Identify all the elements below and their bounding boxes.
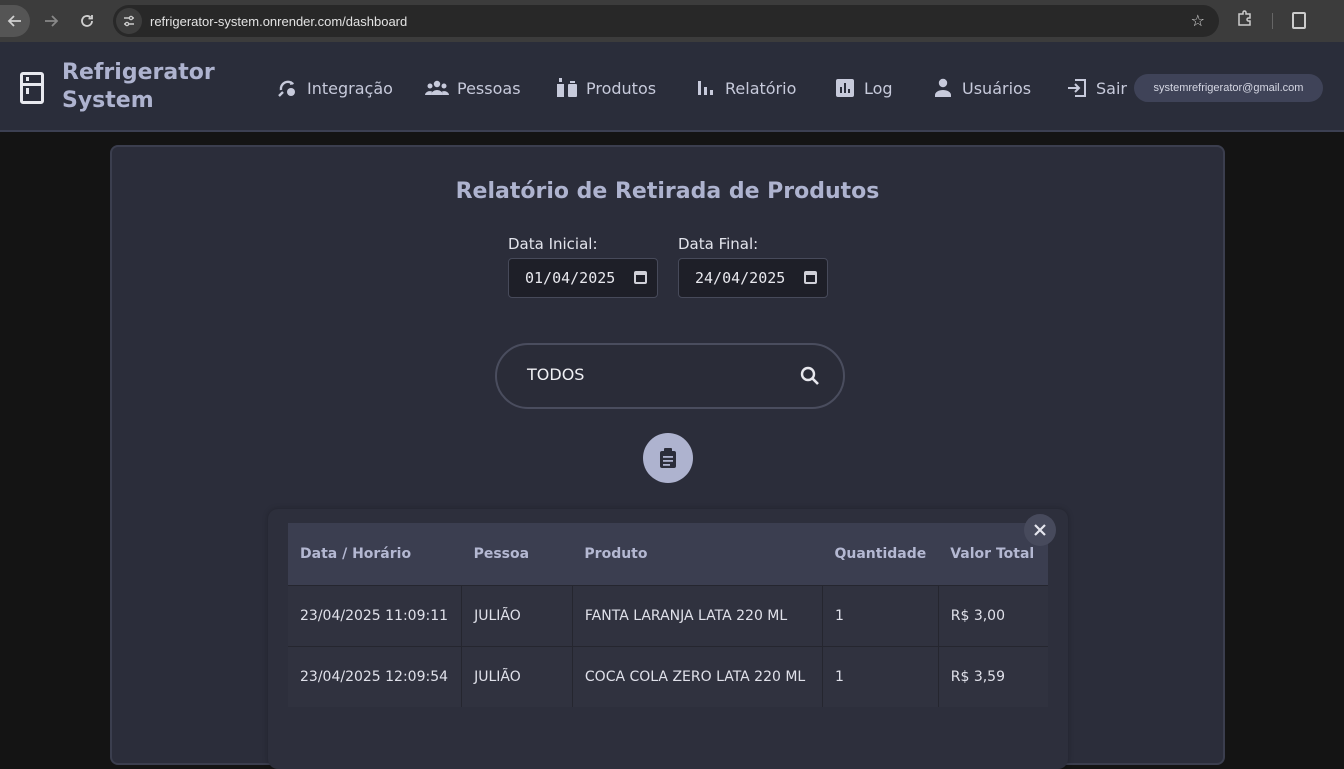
nav-sair[interactable]: Sair	[1066, 77, 1127, 99]
nav-integracao[interactable]: Integração	[277, 77, 393, 99]
cell-person: JULIÃO	[461, 645, 573, 707]
address-bar[interactable]: refrigerator-system.onrender.com/dashboa…	[113, 5, 1219, 37]
cell-product: COCA COLA ZERO LATA 220 ML	[572, 645, 823, 707]
app-header: Refrigerator System Integração Pessoas P…	[0, 42, 1344, 132]
calendar-icon[interactable]	[804, 271, 817, 284]
search-icon[interactable]	[799, 365, 821, 387]
products-icon	[556, 78, 578, 98]
close-icon	[1034, 524, 1046, 536]
cell-quantity: 1	[822, 645, 939, 707]
calendar-icon[interactable]	[634, 271, 647, 284]
person-search-input[interactable]: TODOS	[495, 343, 845, 409]
cell-datetime: 23/04/2025 11:09:11	[288, 584, 463, 646]
start-date-value: 01/04/2025	[525, 269, 616, 287]
column-header: Produto	[572, 523, 823, 585]
back-button[interactable]	[0, 5, 30, 37]
user-icon	[932, 78, 954, 98]
report-chart-icon	[695, 78, 717, 98]
table-header-row: Data / Horário Pessoa Produto Quantidade…	[288, 523, 1048, 585]
end-date-label: Data Final:	[678, 235, 759, 253]
start-date-input[interactable]: 01/04/2025	[508, 258, 658, 298]
browser-toolbar: refrigerator-system.onrender.com/dashboa…	[0, 0, 1344, 42]
cell-datetime: 23/04/2025 12:09:54	[288, 645, 463, 707]
refrigerator-logo-icon	[20, 72, 44, 104]
clipboard-icon	[660, 448, 676, 468]
integration-icon	[277, 78, 299, 98]
nav-label: Usuários	[962, 78, 1032, 98]
search-value: TODOS	[527, 365, 585, 384]
column-header: Data / Horário	[288, 523, 462, 585]
cell-person: JULIÃO	[461, 584, 573, 646]
nav-label: Integração	[307, 78, 393, 98]
bookmark-star-icon[interactable]: ☆	[1191, 11, 1205, 30]
arrow-right-icon	[45, 15, 59, 27]
extensions-icon[interactable]	[1236, 9, 1254, 31]
start-date-label: Data Inicial:	[508, 235, 598, 253]
end-date-group: Data Final: 24/04/2025	[678, 235, 828, 298]
nav-produtos[interactable]: Produtos	[556, 77, 656, 99]
nav-label: Relatório	[725, 78, 797, 98]
log-icon	[834, 78, 856, 98]
close-table-button[interactable]	[1024, 514, 1056, 546]
reload-button[interactable]	[72, 6, 102, 36]
report-table: Data / Horário Pessoa Produto Quantidade…	[288, 523, 1048, 707]
toolbar-divider	[1272, 13, 1273, 29]
nav-label: Log	[864, 78, 893, 98]
nav-pessoas[interactable]: Pessoas	[425, 77, 521, 99]
side-panel-icon[interactable]	[1292, 12, 1306, 29]
column-header: Pessoa	[461, 523, 573, 585]
end-date-input[interactable]: 24/04/2025	[678, 258, 828, 298]
page-title: Relatório de Retirada de Produtos	[455, 179, 880, 204]
cell-total: R$ 3,59	[938, 645, 1048, 707]
report-card: Relatório de Retirada de Produtos Data I…	[110, 145, 1225, 769]
end-date-value: 24/04/2025	[695, 269, 786, 287]
logout-icon	[1066, 78, 1088, 98]
table-row: 23/04/2025 11:09:11 JULIÃO FANTA LARANJA…	[288, 584, 1048, 646]
nav-relatorio[interactable]: Relatório	[695, 77, 796, 99]
user-email-chip[interactable]: systemrefrigerator@gmail.com	[1134, 74, 1323, 102]
nav-label: Produtos	[586, 78, 657, 98]
cell-product: FANTA LARANJA LATA 220 ML	[572, 584, 823, 646]
table-row: 23/04/2025 12:09:54 JULIÃO COCA COLA ZER…	[288, 645, 1048, 707]
brand-title[interactable]: Refrigerator System	[62, 59, 232, 115]
nav-log[interactable]: Log	[834, 77, 893, 99]
arrow-left-icon	[7, 15, 21, 27]
nav-usuarios[interactable]: Usuários	[932, 77, 1031, 99]
brand-line-2: System	[62, 88, 154, 113]
column-header: Quantidade	[822, 523, 939, 585]
site-info-icon[interactable]	[116, 8, 142, 34]
reload-icon	[81, 15, 93, 27]
nav-label: Sair	[1096, 78, 1127, 98]
cell-quantity: 1	[822, 584, 939, 646]
people-icon	[425, 78, 449, 98]
url-text: refrigerator-system.onrender.com/dashboa…	[150, 13, 408, 29]
nav-label: Pessoas	[457, 78, 521, 98]
generate-report-button[interactable]	[643, 433, 693, 483]
cell-total: R$ 3,00	[938, 584, 1048, 646]
forward-button[interactable]	[36, 6, 66, 36]
start-date-group: Data Inicial: 01/04/2025	[508, 235, 658, 298]
brand-line-1: Refrigerator	[62, 60, 215, 85]
